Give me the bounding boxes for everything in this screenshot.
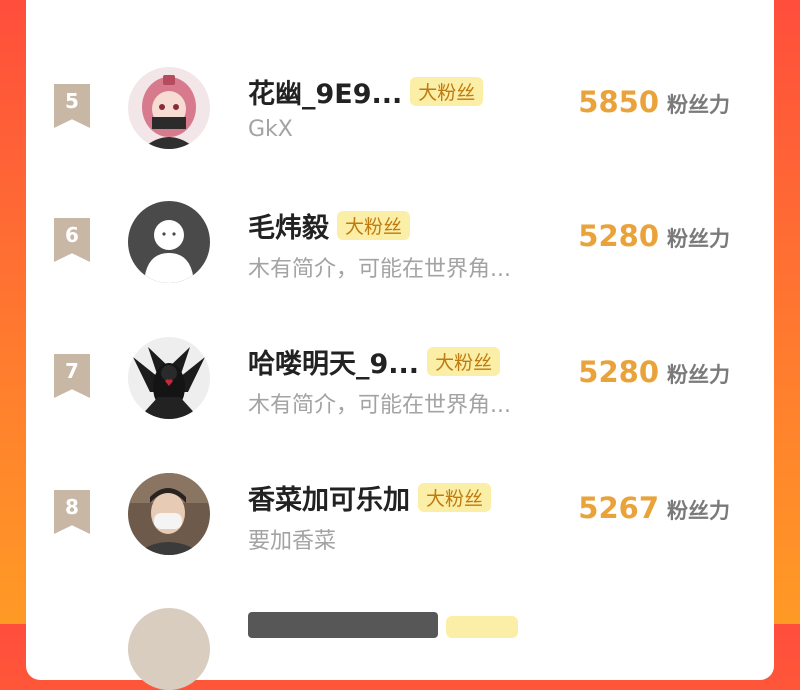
fan-power: 5850 粉丝力 xyxy=(578,85,730,119)
fan-level-badge: 大粉丝 xyxy=(337,210,411,240)
rank-badge: 7 xyxy=(54,354,90,398)
fan-power-value: 5280 xyxy=(578,219,659,253)
user-name[interactable]: 香菜加可乐加 xyxy=(248,478,410,517)
list-item[interactable]: 8 香菜加可乐加 大粉丝 要加香菜 5267 粉丝力 xyxy=(26,473,774,573)
fan-level-badge: 大粉丝 xyxy=(418,482,492,512)
next-row-badge-placeholder xyxy=(446,616,518,638)
anime-girl-avatar[interactable] xyxy=(128,67,210,149)
user-bio: GkX xyxy=(248,117,293,142)
user-name[interactable]: 哈喽明天_9... xyxy=(248,342,419,381)
fan-power-unit: 粉丝力 xyxy=(667,499,730,523)
user-bio: 木有简介，可能在世界角... xyxy=(248,393,511,418)
rank-badge: 8 xyxy=(54,490,90,534)
rank-badge: 6 xyxy=(54,218,90,262)
fan-power: 5267 粉丝力 xyxy=(578,491,730,525)
fan-power-value: 5850 xyxy=(578,85,659,119)
fan-power: 5280 粉丝力 xyxy=(578,355,730,389)
default-user-avatar[interactable] xyxy=(128,201,210,283)
fan-ranking-card: 5 花幽_9E9... 大粉丝 GkX 5850 粉丝力 6 毛炜毅 大粉丝 木… xyxy=(26,0,774,690)
list-item[interactable]: 7 哈喽明天_9... 大粉丝 木有简介，可能在世界角... 5280 粉丝力 xyxy=(26,337,774,437)
user-name[interactable]: 毛炜毅 xyxy=(248,206,329,245)
dark-figure-avatar[interactable] xyxy=(128,337,210,419)
fan-power: 5280 粉丝力 xyxy=(578,219,730,253)
fan-power-unit: 粉丝力 xyxy=(667,363,730,387)
fan-power-unit: 粉丝力 xyxy=(667,93,730,117)
list-item[interactable]: 6 毛炜毅 大粉丝 木有简介，可能在世界角... 5280 粉丝力 xyxy=(26,201,774,301)
fan-level-badge: 大粉丝 xyxy=(427,346,501,376)
rank-badge: 5 xyxy=(54,84,90,128)
user-bio: 要加香菜 xyxy=(248,529,337,554)
user-bio: 木有简介，可能在世界角... xyxy=(248,257,511,282)
fan-level-badge: 大粉丝 xyxy=(410,76,484,106)
next-row-name-placeholder xyxy=(248,612,438,638)
fan-power-unit: 粉丝力 xyxy=(667,227,730,251)
next-row-avatar xyxy=(128,608,210,690)
fan-power-value: 5280 xyxy=(578,355,659,389)
list-item[interactable]: 5 花幽_9E9... 大粉丝 GkX 5850 粉丝力 xyxy=(26,67,774,167)
masked-person-avatar[interactable] xyxy=(128,473,210,555)
user-name[interactable]: 花幽_9E9... xyxy=(248,72,402,111)
fan-power-value: 5267 xyxy=(578,491,659,525)
